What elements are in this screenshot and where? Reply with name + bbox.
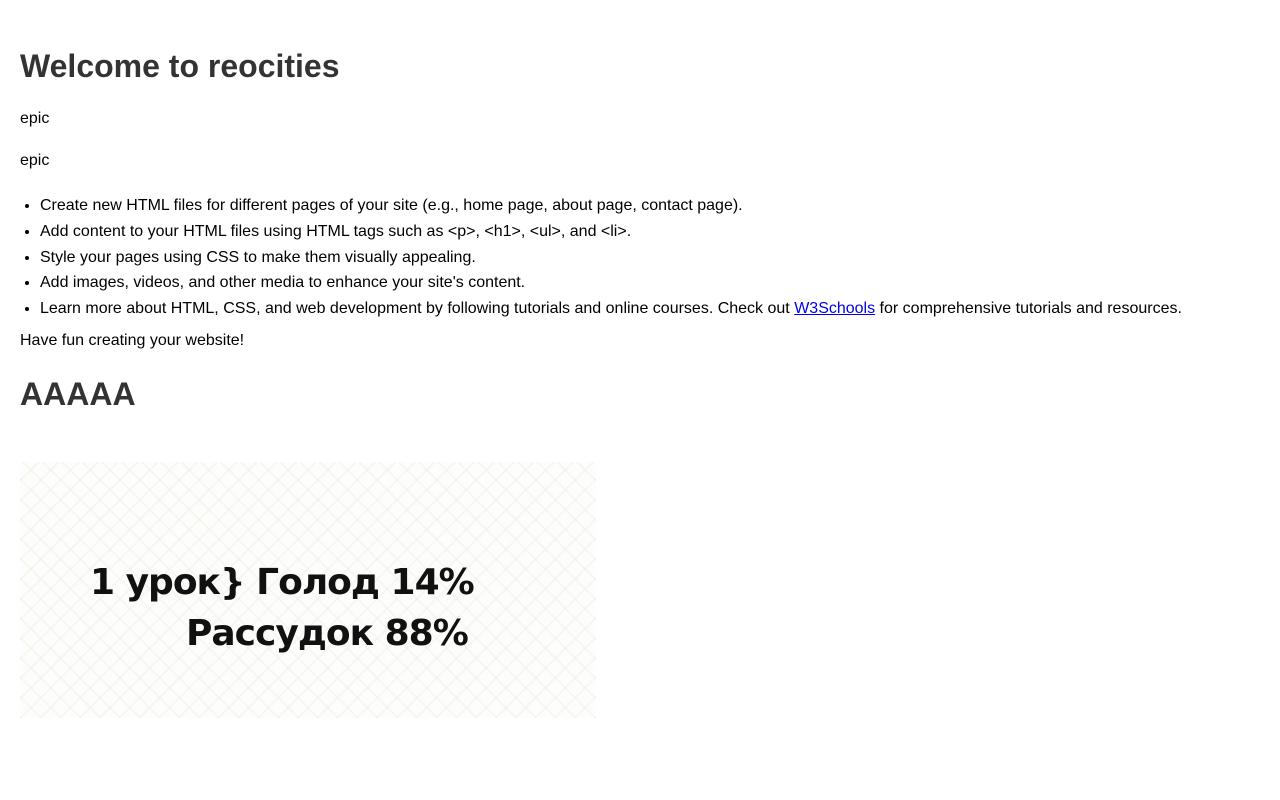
list-item: Create new HTML files for different page…	[40, 197, 1260, 215]
list-item: Style your pages using CSS to make them …	[40, 249, 1260, 267]
closing-paragraph: Have fun creating your website!	[20, 332, 245, 349]
meme-image-line-1: 1 урок} Голод 14%	[90, 562, 475, 603]
meme-image: 1 урок} Голод 14% Рассудок 88%	[20, 462, 596, 718]
meme-image-line-2: Рассудок 88%	[186, 613, 469, 654]
w3schools-link[interactable]: W3Schools	[794, 300, 875, 317]
subheading: AAAAA	[20, 376, 136, 412]
page-title: Welcome to reocities	[20, 48, 340, 84]
list-item: Learn more about HTML, CSS, and web deve…	[40, 300, 1260, 318]
paragraph-epic-1: epic	[20, 110, 50, 127]
page-content: Welcome to reocities epic epic Create ne…	[0, 0, 1280, 413]
list-item: Add images, videos, and other media to e…	[40, 274, 1260, 292]
list-item: Add content to your HTML files using HTM…	[40, 223, 1260, 241]
tips-list: Create new HTML files for different page…	[20, 197, 1260, 318]
paragraph-epic-2: epic	[20, 152, 50, 169]
list-item-text-before-link: Learn more about HTML, CSS, and web deve…	[40, 300, 795, 317]
list-item-text-after-link: for comprehensive tutorials and resource…	[875, 300, 1182, 317]
